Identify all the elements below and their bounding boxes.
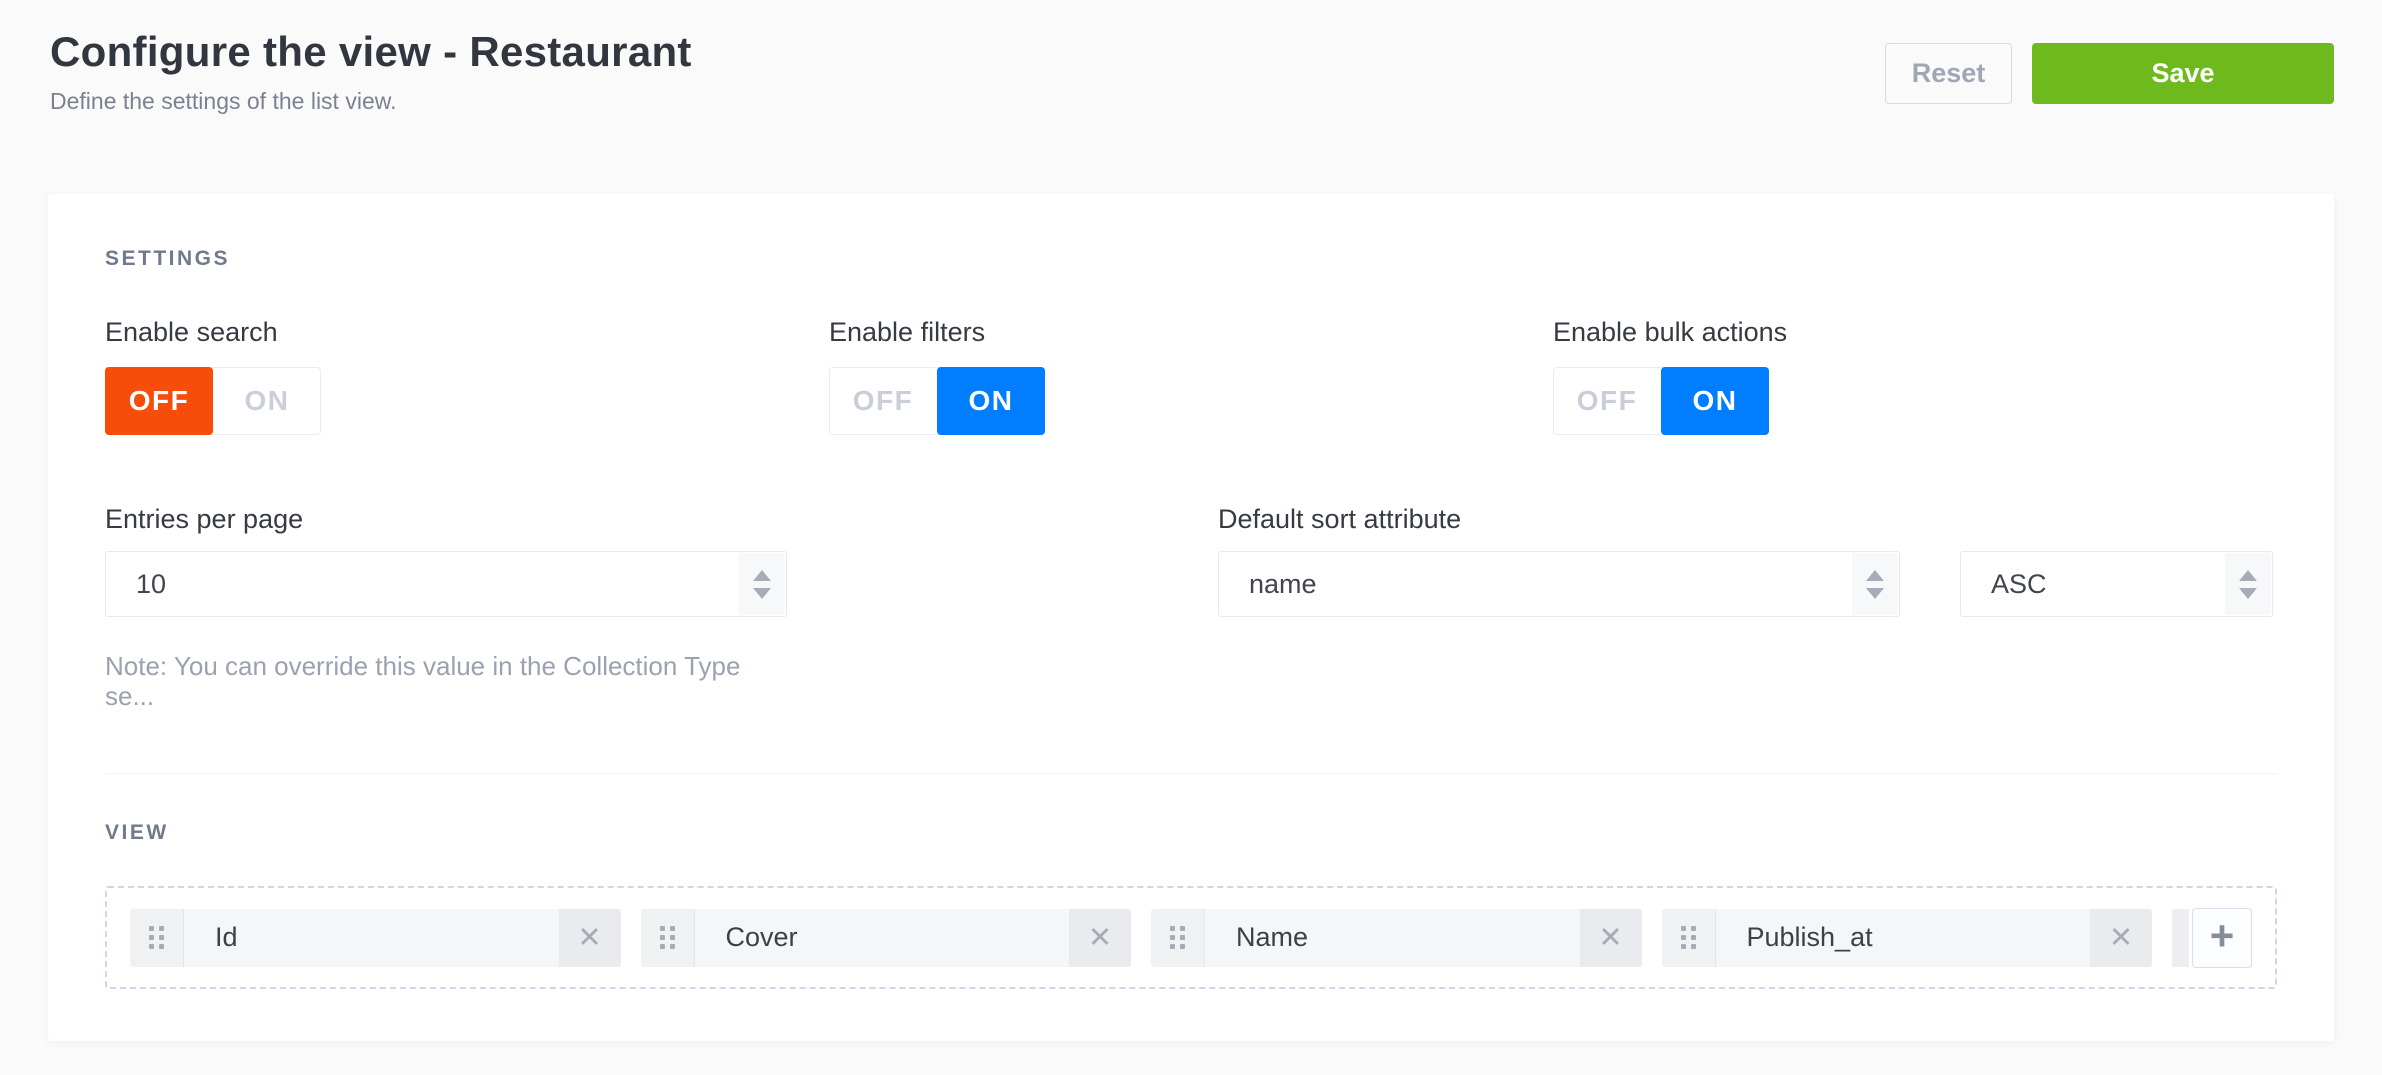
header-actions: Reset Save — [1885, 43, 2334, 116]
enable-bulk-actions-label: Enable bulk actions — [1553, 317, 2277, 348]
default-sort-selects: name ASC — [1218, 551, 2273, 617]
add-field-group: + — [2172, 908, 2252, 968]
remove-icon[interactable]: ✕ — [2090, 909, 2152, 967]
toggle-group-enable-bulk-actions: Enable bulk actions OFF ON — [1553, 317, 2277, 435]
field-chip-id[interactable]: Id ✕ — [130, 909, 621, 967]
section-title-view: VIEW — [105, 820, 2277, 845]
drag-handle-icon[interactable] — [1151, 909, 1205, 967]
field-chip-label: Name — [1205, 909, 1580, 967]
remove-icon[interactable]: ✕ — [1580, 909, 1642, 967]
header-titles: Configure the view - Restaurant Define t… — [50, 26, 692, 116]
field-chip-label: Id — [184, 909, 559, 967]
toggle-on-option[interactable]: ON — [1661, 367, 1769, 435]
view-fields-container: Id ✕ Cover ✕ Name ✕ Publish_at ✕ — [105, 886, 2277, 989]
toggle-group-enable-search: Enable search OFF ON — [105, 317, 829, 435]
sort-order-value: ASC — [1991, 569, 2047, 600]
page-subtitle: Define the settings of the list view. — [50, 86, 692, 116]
entries-per-page-select[interactable]: 10 — [105, 551, 787, 617]
enable-search-toggle[interactable]: OFF ON — [105, 367, 321, 435]
toggle-off-option[interactable]: OFF — [829, 367, 937, 435]
settings-card: SETTINGS Enable search OFF ON Enable fil… — [48, 194, 2334, 1041]
reset-button[interactable]: Reset — [1885, 43, 2012, 104]
toggle-on-option[interactable]: ON — [213, 367, 321, 435]
remove-icon[interactable]: ✕ — [559, 909, 621, 967]
selects-row: Entries per page 10 Note: You can overri… — [105, 504, 2277, 711]
toggle-off-option[interactable]: OFF — [1553, 367, 1661, 435]
page-header: Configure the view - Restaurant Define t… — [0, 0, 2382, 116]
sort-attribute-select[interactable]: name — [1218, 551, 1900, 617]
entries-per-page-label: Entries per page — [105, 504, 787, 535]
field-chip-label: Publish_at — [1716, 909, 2091, 967]
entries-per-page-value: 10 — [136, 569, 166, 600]
spinner-icon[interactable] — [739, 553, 785, 615]
field-chip-label: Cover — [695, 909, 1070, 967]
field-chip-cover[interactable]: Cover ✕ — [641, 909, 1132, 967]
enable-search-label: Enable search — [105, 317, 829, 348]
field-chip-name[interactable]: Name ✕ — [1151, 909, 1642, 967]
drag-handle-icon[interactable] — [641, 909, 695, 967]
enable-bulk-actions-toggle[interactable]: OFF ON — [1553, 367, 1769, 435]
section-divider — [105, 773, 2277, 774]
note-text: Note: You can override this value in the… — [105, 651, 787, 711]
spinner-icon[interactable] — [2225, 553, 2271, 615]
toggle-group-enable-filters: Enable filters OFF ON — [829, 317, 1553, 435]
enable-filters-label: Enable filters — [829, 317, 1553, 348]
page-title: Configure the view - Restaurant — [50, 26, 692, 78]
enable-filters-toggle[interactable]: OFF ON — [829, 367, 1045, 435]
spinner-icon[interactable] — [1852, 553, 1898, 615]
entries-per-page-group: Entries per page 10 Note: You can overri… — [105, 504, 787, 711]
remove-icon[interactable]: ✕ — [1069, 909, 1131, 967]
add-field-button[interactable]: + — [2192, 908, 2252, 968]
toggle-off-option[interactable]: OFF — [105, 367, 213, 435]
toggles-row: Enable search OFF ON Enable filters OFF … — [105, 317, 2277, 435]
save-button[interactable]: Save — [2032, 43, 2334, 104]
toggle-on-option[interactable]: ON — [937, 367, 1045, 435]
field-chip-publish-at[interactable]: Publish_at ✕ — [1662, 909, 2153, 967]
default-sort-label: Default sort attribute — [1218, 504, 2273, 535]
add-field-bar — [2172, 909, 2189, 967]
drag-handle-icon[interactable] — [1662, 909, 1716, 967]
sort-order-select[interactable]: ASC — [1960, 551, 2273, 617]
sort-attribute-value: name — [1249, 569, 1317, 600]
default-sort-group: Default sort attribute name ASC — [1218, 504, 2273, 711]
plus-icon: + — [2210, 915, 2235, 957]
drag-handle-icon[interactable] — [130, 909, 184, 967]
section-title-settings: SETTINGS — [105, 246, 2277, 271]
